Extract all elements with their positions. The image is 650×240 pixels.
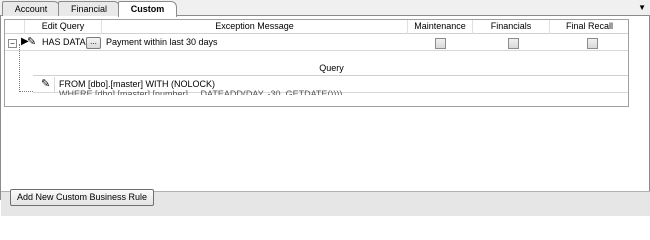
edit-query-ellipsis-button[interactable]: ... bbox=[86, 37, 101, 49]
business-rules-grid: Edit Query Exception Message Maintenance… bbox=[4, 19, 629, 107]
tab-dropdown-arrow-icon[interactable]: ▼ bbox=[638, 3, 646, 12]
query-text-overflow: WHERE [dbo].[master].[number] ... DATEAD… bbox=[59, 90, 343, 95]
maintenance-checkbox[interactable] bbox=[435, 38, 446, 49]
header-spacer bbox=[5, 20, 25, 34]
exception-message-value[interactable]: Payment within last 30 days bbox=[106, 35, 218, 50]
tree-connector-line bbox=[19, 44, 20, 92]
pencil-icon[interactable]: ✎ bbox=[27, 35, 36, 48]
tab-bar: Account Financial Custom ▼ bbox=[0, 0, 650, 17]
tab-custom[interactable]: Custom bbox=[118, 1, 177, 17]
final-recall-checkbox[interactable] bbox=[587, 38, 598, 49]
tab-account[interactable]: Account bbox=[2, 1, 60, 16]
grid-header: Edit Query Exception Message Maintenance… bbox=[5, 20, 628, 34]
column-header-maintenance[interactable]: Maintenance bbox=[408, 20, 473, 34]
pencil-icon[interactable]: ✎ bbox=[41, 77, 50, 90]
query-row[interactable]: ✎ FROM [dbo].[master] WITH (NOLOCK) WHER… bbox=[33, 77, 628, 95]
edit-query-value: HAS DATA bbox=[42, 37, 86, 47]
financials-checkbox[interactable] bbox=[508, 38, 519, 49]
column-header-exception-message[interactable]: Exception Message bbox=[102, 20, 408, 34]
column-header-final-recall[interactable]: Final Recall bbox=[550, 20, 628, 34]
query-child-band: Query ✎ FROM [dbo].[master] WITH (NOLOCK… bbox=[33, 62, 628, 106]
collapse-icon[interactable]: − bbox=[8, 39, 17, 48]
add-new-custom-business-rule-button[interactable]: Add New Custom Business Rule bbox=[10, 189, 155, 206]
custom-panel: Edit Query Exception Message Maintenance… bbox=[0, 16, 650, 216]
column-header-query[interactable]: Query bbox=[33, 62, 628, 76]
tab-financial[interactable]: Financial bbox=[58, 1, 120, 16]
tree-connector-branch bbox=[19, 91, 33, 92]
column-header-edit-query[interactable]: Edit Query bbox=[25, 20, 102, 34]
row-separator bbox=[54, 77, 55, 93]
column-header-financials[interactable]: Financials bbox=[473, 20, 550, 34]
table-row[interactable]: − ▶ ✎ HAS DATA ... Payment within last 3… bbox=[5, 35, 628, 51]
